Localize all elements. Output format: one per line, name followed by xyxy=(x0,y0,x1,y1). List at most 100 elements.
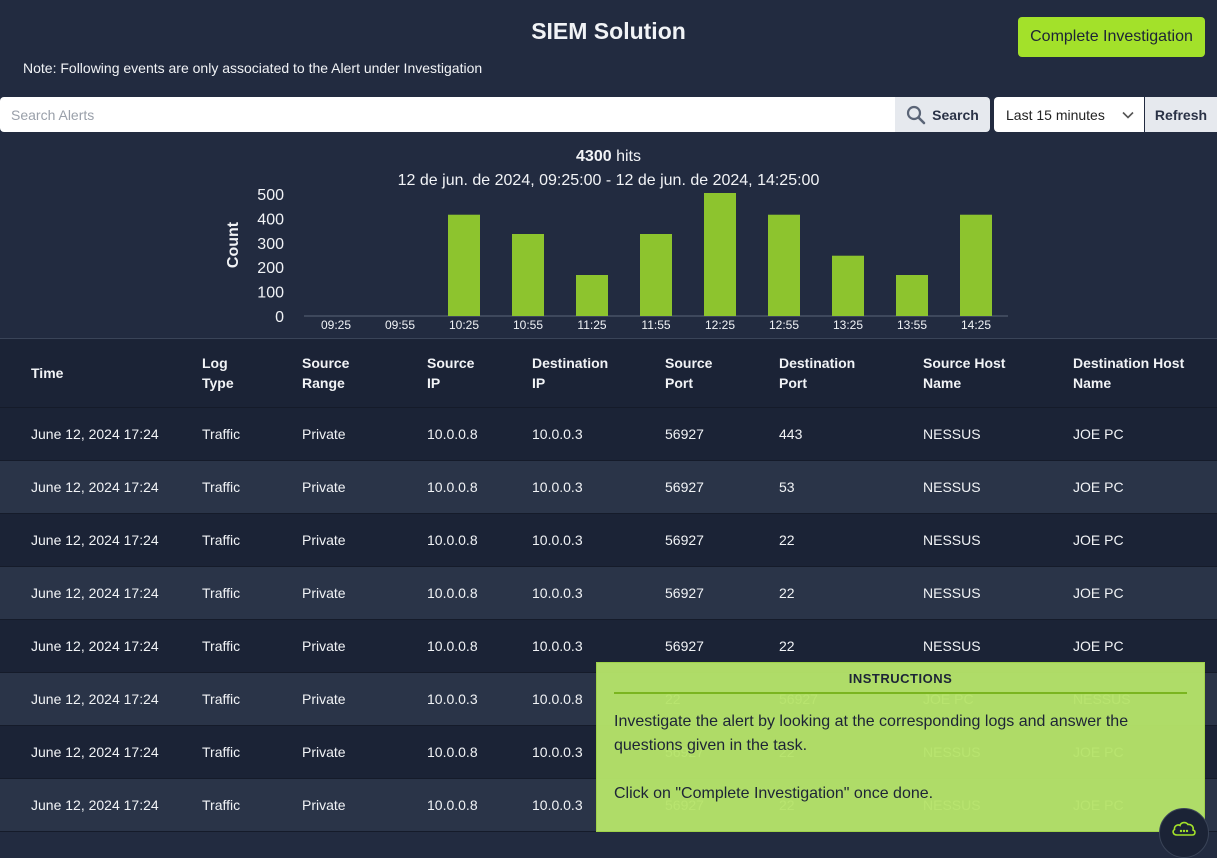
table-cell: June 12, 2024 17:24 xyxy=(0,725,202,779)
table-cell: 56927 xyxy=(665,460,779,514)
table-cell: 10.0.0.3 xyxy=(532,566,665,620)
refresh-button[interactable]: Refresh xyxy=(1145,97,1217,132)
y-tick-label: 200 xyxy=(257,260,284,277)
hits-histogram: Count 0 100 200 300 400 500 09:25 09:55 10:25 10… xyxy=(225,187,1008,332)
hits-label: hits xyxy=(616,148,641,165)
table-cell: Traffic xyxy=(202,778,302,832)
y-tick-label: 0 xyxy=(275,309,284,326)
chat-button[interactable] xyxy=(1159,808,1209,858)
table-cell: Private xyxy=(302,513,427,567)
histogram-bar[interactable] xyxy=(448,214,480,316)
column-header-label: Time xyxy=(31,365,64,381)
table-header-row: Time Log Type Source Range Source IP Destina… xyxy=(0,338,1217,408)
x-tick-label: 10:55 xyxy=(513,318,543,332)
column-header[interactable]: Destination IP xyxy=(532,338,665,408)
x-tick-label: 12:25 xyxy=(705,318,735,332)
table-cell: 53 xyxy=(779,460,923,514)
instructions-panel: INSTRUCTIONS Investigate the alert by lo… xyxy=(596,662,1205,832)
table-cell: 10.0.0.8 xyxy=(427,407,532,461)
table-row[interactable]: June 12, 2024 17:24 Traffic Private 10.0.0.… xyxy=(0,407,1217,461)
table-cell: NESSUS xyxy=(923,460,1073,514)
column-header-label: Destination Port xyxy=(779,355,856,391)
table-cell: Traffic xyxy=(202,672,302,726)
table-cell: Traffic xyxy=(202,460,302,514)
column-header-label: Source Range xyxy=(302,355,350,391)
table-cell: 10.0.0.3 xyxy=(532,407,665,461)
table-cell: Private xyxy=(302,460,427,514)
time-range-select[interactable]: Last 15 minutes xyxy=(994,97,1144,132)
table-cell: June 12, 2024 17:24 xyxy=(0,513,202,567)
table-row[interactable]: June 12, 2024 17:24 Traffic Private 10.0.0.… xyxy=(0,566,1217,620)
table-row[interactable]: June 12, 2024 17:24 Traffic Private 10.0.0.… xyxy=(0,513,1217,567)
column-header-label: Log Type xyxy=(202,355,234,391)
table-cell: June 12, 2024 17:24 xyxy=(0,407,202,461)
table-cell: Traffic xyxy=(202,725,302,779)
table-cell: June 12, 2024 17:24 xyxy=(0,672,202,726)
table-cell: 10.0.0.8 xyxy=(427,460,532,514)
chat-cloud-icon xyxy=(1172,821,1196,836)
histogram-bar[interactable] xyxy=(832,255,864,316)
column-header[interactable]: Time xyxy=(0,338,202,408)
column-header[interactable]: Source Range xyxy=(302,338,427,408)
table-cell: June 12, 2024 17:24 xyxy=(0,566,202,620)
column-header-label: Source IP xyxy=(427,355,475,391)
histogram-bar[interactable] xyxy=(512,234,544,316)
table-cell: Traffic xyxy=(202,619,302,673)
histogram-bar[interactable] xyxy=(704,193,736,316)
table-cell: 10.0.0.3 xyxy=(427,672,532,726)
table-row[interactable]: June 12, 2024 17:24 Traffic Private 10.0.0.… xyxy=(0,460,1217,514)
x-tick-label: 13:55 xyxy=(897,318,927,332)
table-cell: JOE PC xyxy=(1073,566,1217,620)
table-cell: Private xyxy=(302,672,427,726)
y-tick-label: 300 xyxy=(257,236,284,253)
complete-investigation-button[interactable]: Complete Investigation xyxy=(1018,17,1205,57)
table-cell: NESSUS xyxy=(923,513,1073,567)
x-tick-label: 11:55 xyxy=(641,318,670,332)
column-header[interactable]: Log Type xyxy=(202,338,302,408)
column-header[interactable]: Destination Host Name xyxy=(1073,338,1217,408)
table-cell: NESSUS xyxy=(923,566,1073,620)
histogram-bar[interactable] xyxy=(896,275,928,316)
table-cell: June 12, 2024 17:24 xyxy=(0,619,202,673)
table-cell: 10.0.0.8 xyxy=(427,725,532,779)
table-cell: 56927 xyxy=(665,566,779,620)
column-header[interactable]: Source IP xyxy=(427,338,532,408)
table-cell: JOE PC xyxy=(1073,460,1217,514)
column-header[interactable]: Source Port xyxy=(665,338,779,408)
column-header[interactable]: Destination Port xyxy=(779,338,923,408)
x-tick-label: 10:25 xyxy=(449,318,479,332)
column-header[interactable]: Source Host Name xyxy=(923,338,1073,408)
y-tick-label: 100 xyxy=(257,285,284,302)
search-icon xyxy=(907,105,926,124)
hits-summary: 4300 hits xyxy=(0,148,1217,166)
chevron-down-icon xyxy=(1122,111,1134,119)
column-header-label: Source Port xyxy=(665,355,713,391)
search-button[interactable]: Search xyxy=(895,97,990,132)
table-cell: Traffic xyxy=(202,566,302,620)
search-bar: Search xyxy=(0,97,990,132)
histogram-bar[interactable] xyxy=(960,214,992,316)
histogram-bar[interactable] xyxy=(640,234,672,316)
table-cell: 22 xyxy=(779,513,923,567)
histogram-bar[interactable] xyxy=(576,275,608,316)
table-cell: Private xyxy=(302,619,427,673)
instructions-title: INSTRUCTIONS xyxy=(614,671,1187,694)
x-tick-label: 09:25 xyxy=(321,318,351,332)
instructions-text: Investigate the alert by looking at the … xyxy=(614,713,1129,754)
investigation-note: Note: Following events are only associat… xyxy=(23,60,483,76)
histogram-bar[interactable] xyxy=(768,214,800,316)
table-cell: 56927 xyxy=(665,407,779,461)
table-cell: 22 xyxy=(779,566,923,620)
table-cell: June 12, 2024 17:24 xyxy=(0,460,202,514)
time-range-value: Last 15 minutes xyxy=(1006,106,1105,123)
x-tick-label: 14:25 xyxy=(961,318,991,332)
x-tick-label: 12:55 xyxy=(769,318,799,332)
table-cell: June 12, 2024 17:24 xyxy=(0,778,202,832)
column-header-label: Source Host Name xyxy=(923,355,1006,391)
table-cell: 10.0.0.8 xyxy=(427,778,532,832)
search-input[interactable] xyxy=(0,97,895,132)
table-cell: Private xyxy=(302,407,427,461)
instructions-hint: Click on "Complete Investigation" once d… xyxy=(614,785,934,802)
table-cell: NESSUS xyxy=(923,407,1073,461)
x-tick-label: 09:55 xyxy=(385,318,415,332)
